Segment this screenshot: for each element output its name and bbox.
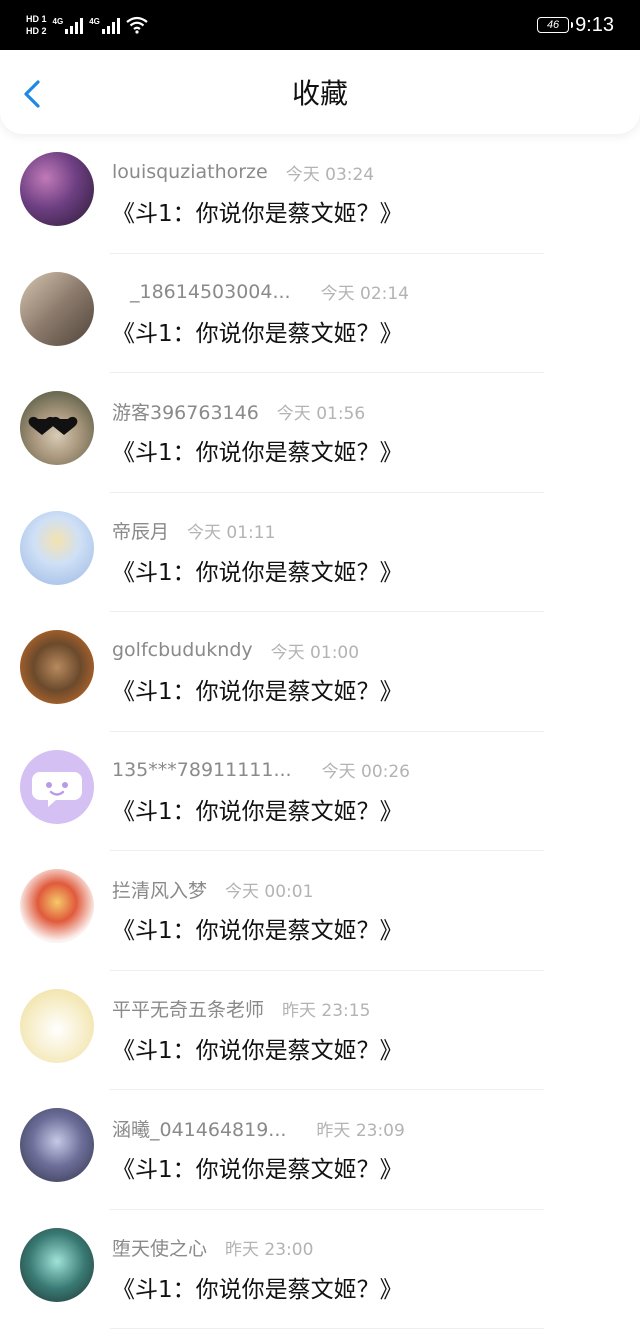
network-type-label: 4G [89,16,100,26]
message-text: 《斗1：你说你是蔡文姬？》 [112,1037,403,1064]
signal-icon [65,17,84,34]
username[interactable]: 涵曦_041464819... [112,1115,286,1142]
avatar[interactable] [20,1108,94,1182]
battery-icon: 46 [537,17,574,33]
username[interactable]: louisquziathorze [112,161,268,183]
avatar[interactable] [20,869,94,943]
username[interactable]: 135***78911111... [112,759,292,781]
avatar[interactable] [20,1227,94,1302]
avatar[interactable] [20,510,94,585]
username[interactable]: 平平无奇五条老师 [112,995,264,1022]
status-left: HD 1 HD 2 4G 4G [26,14,148,36]
message-text: 《斗1：你说你是蔡文姬？》 [112,320,403,347]
username[interactable]: golfcbudukndy [112,639,253,661]
username[interactable]: 帝辰月 [112,517,169,544]
timestamp: 今天 00:01 [225,881,314,902]
timestamp: 昨天 23:09 [316,1120,405,1141]
timestamp: 今天 02:14 [320,284,409,304]
avatar[interactable] [20,271,94,346]
list-item[interactable]: 游客396763146 今天 01:56 《斗1：你说你是蔡文姬？》 [0,373,640,493]
heart-sunglasses-icon [28,416,78,435]
timestamp: 今天 00:26 [321,762,410,782]
avatar[interactable] [20,152,94,226]
list-item[interactable]: golfcbudukndy 今天 01:00 《斗1：你说你是蔡文姬？》 [0,612,640,732]
username[interactable]: 拦清风入梦 [112,876,207,903]
timestamp: 昨天 23:15 [282,1001,371,1021]
hd1-indicator: HD 1 [26,14,47,24]
username[interactable]: 游客396763146 [112,398,259,425]
timestamp: 今天 01:00 [270,642,360,663]
timestamp: 今天 01:56 [276,403,366,424]
battery-level: 46 [546,19,560,31]
message-text: 《斗1：你说你是蔡文姬？》 [112,1276,403,1303]
avatar[interactable] [20,988,94,1063]
list-item[interactable]: louisquziathorze 今天 03:24 《斗1：你说你是蔡文姬？》 [0,134,640,254]
message-text: 《斗1：你说你是蔡文姬？》 [112,679,403,705]
timestamp: 今天 03:24 [285,164,375,185]
back-icon[interactable] [18,76,50,112]
message-text: 《斗1：你说你是蔡文姬？》 [112,440,403,466]
header: 收藏 [0,50,640,134]
avatar[interactable] [20,749,94,824]
status-bar: HD 1 HD 2 4G 4G 46 9:13 [0,0,640,50]
page-title: 收藏 [291,77,348,110]
message-text: 《斗1：你说你是蔡文姬？》 [112,559,403,586]
list-item[interactable]: 帝辰月 今天 01:11 《斗1：你说你是蔡文姬？》 [0,493,640,613]
timestamp: 今天 01:11 [187,523,276,543]
favorites-list: louisquziathorze 今天 03:24 《斗1：你说你是蔡文姬？》 … [0,134,640,1329]
message-text: 《斗1：你说你是蔡文姬？》 [112,1157,403,1183]
list-item[interactable]: 涵曦_041464819... 昨天 23:09 《斗1：你说你是蔡文姬？》 [0,1090,640,1210]
message-text: 《斗1：你说你是蔡文姬？》 [112,798,403,825]
list-item[interactable]: 堕天使之心 昨天 23:00 《斗1：你说你是蔡文姬？》 [0,1210,640,1330]
avatar[interactable] [20,391,94,465]
signal-icon [101,17,120,34]
default-avatar-icon [32,771,82,807]
sim1-signal: 4G [53,17,84,34]
message-text: 《斗1：你说你是蔡文姬？》 [112,201,403,227]
avatar[interactable] [20,630,94,704]
username[interactable]: 堕天使之心 [112,1234,207,1261]
timestamp: 昨天 23:00 [225,1240,314,1260]
list-item[interactable]: 135***78911111... 今天 00:26 《斗1：你说你是蔡文姬？》 [0,732,640,852]
clock: 9:13 [575,13,614,36]
sim2-signal: 4G [89,17,120,34]
status-right: 46 9:13 [537,14,614,37]
list-item[interactable]: 平平无奇五条老师 昨天 23:15 《斗1：你说你是蔡文姬？》 [0,971,640,1091]
wifi-icon [126,16,148,34]
message-text: 《斗1：你说你是蔡文姬？》 [112,918,403,944]
username[interactable]: _18614503004... [130,281,291,303]
network-type-label: 4G [52,16,64,26]
hd2-indicator: HD 2 [26,26,47,36]
list-item[interactable]: 拦清风入梦 今天 00:01 《斗1：你说你是蔡文姬？》 [0,851,640,971]
hd-indicators: HD 1 HD 2 [26,14,47,36]
list-item[interactable]: _18614503004... 今天 02:14 《斗1：你说你是蔡文姬？》 [0,254,640,374]
